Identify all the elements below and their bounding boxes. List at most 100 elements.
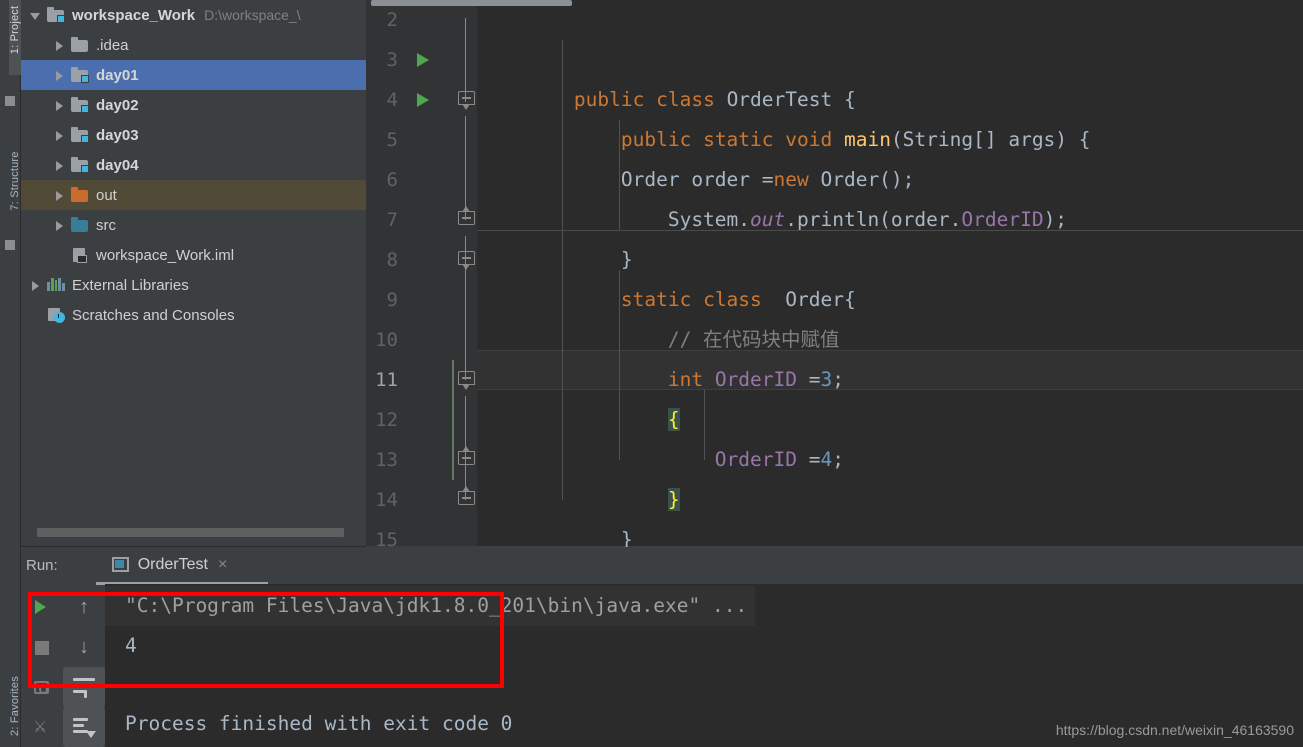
code-line-9[interactable]: // 在代码块中赋值 — [476, 280, 1303, 351]
folder-icon — [71, 37, 89, 53]
chevron-right-icon[interactable] — [51, 67, 67, 83]
code-line-11[interactable]: { — [476, 360, 1303, 431]
run-toolbar-secondary[interactable]: ↑ ↓ — [63, 587, 105, 747]
project-horizontal-scrollbar[interactable] — [37, 528, 344, 537]
rail-tab-structure[interactable]: 7: Structure — [9, 136, 21, 226]
rail-divider-square-2 — [5, 240, 15, 250]
code-line-12[interactable]: OrderID =4; — [476, 400, 1303, 471]
module-folder-icon — [71, 67, 89, 83]
run-panel-header: Run: OrderTest × — [21, 547, 1303, 584]
tree-row-day04[interactable]: day04 — [21, 150, 366, 180]
chevron-right-icon[interactable] — [51, 187, 67, 203]
editor-gutter[interactable]: 2 3 4 5 6 7 8 9 10 11 12 13 14 15 — [366, 0, 476, 551]
code-line-3[interactable]: public class OrderTest { — [476, 40, 1303, 111]
chevron-right-icon[interactable] — [51, 217, 67, 233]
chevron-right-icon[interactable] — [51, 157, 67, 173]
modified-line-marker — [452, 360, 454, 480]
line-number: 10 — [375, 329, 398, 351]
scroll-to-end-icon — [72, 716, 96, 738]
up-button[interactable]: ↑ — [63, 587, 105, 627]
tree-row-src[interactable]: src — [21, 210, 366, 240]
gutter-line: 3 — [366, 40, 476, 80]
fold-end-icon[interactable] — [458, 446, 475, 468]
chevron-right-icon[interactable] — [27, 277, 43, 293]
fold-end-icon[interactable] — [458, 206, 475, 228]
tree-row-scratches-and-consoles[interactable]: Scratches and Consoles — [21, 300, 366, 330]
code-line-5[interactable]: Order order =new Order(); — [476, 120, 1303, 191]
fold-start-icon[interactable] — [458, 371, 475, 390]
chevron-right-icon[interactable] — [51, 97, 67, 113]
tree-label: out — [96, 186, 117, 204]
fold-connector — [465, 236, 466, 380]
tree-label: .idea — [96, 36, 129, 54]
tree-path: D:\workspace_\ — [204, 7, 301, 23]
gutter-line: 10 — [366, 320, 476, 360]
folder-source-icon — [71, 217, 89, 233]
tree-row-workspace-work-iml[interactable]: workspace_Work.iml — [21, 240, 366, 270]
code-line-14[interactable]: } — [476, 480, 1303, 551]
rail-tab-project[interactable]: 1: Project — [9, 0, 21, 75]
tree-row-day03[interactable]: day03 — [21, 120, 366, 150]
tree-row-idea[interactable]: .idea — [21, 30, 366, 60]
rail-tab-favorites-label: 2: Favorites — [9, 676, 21, 736]
chevron-right-icon[interactable] — [51, 127, 67, 143]
run-tab-ordertest[interactable]: OrderTest × — [111, 556, 227, 576]
stop-button[interactable] — [21, 627, 63, 667]
close-icon[interactable]: × — [218, 556, 227, 573]
fold-connector — [465, 396, 466, 500]
fold-end-icon[interactable] — [458, 486, 475, 508]
chevron-right-icon[interactable] — [51, 37, 67, 53]
debug-button[interactable]: ⚔ — [21, 707, 63, 747]
tree-row-day02[interactable]: day02 — [21, 90, 366, 120]
tree-row-day01[interactable]: day01 — [21, 60, 366, 90]
project-tree[interactable]: workspace_Work D:\workspace_\ .idea day0… — [21, 0, 366, 330]
code-editor[interactable]: 2 3 4 5 6 7 8 9 10 11 12 13 14 15 public… — [366, 0, 1303, 591]
project-tool-window[interactable]: workspace_Work D:\workspace_\ .idea day0… — [21, 0, 366, 546]
no-chevron-spacer — [27, 307, 43, 323]
screenshot-button[interactable] — [21, 667, 63, 707]
chevron-down-icon[interactable] — [27, 7, 43, 23]
iml-file-icon — [71, 247, 89, 263]
code-line-7[interactable]: } — [476, 200, 1303, 271]
console-command-line: "C:\Program Files\Java\jdk1.8.0_201\bin\… — [105, 586, 756, 626]
fold-start-icon[interactable] — [458, 251, 475, 270]
fold-connector — [465, 18, 466, 102]
rerun-button[interactable] — [21, 587, 63, 627]
module-folder-icon — [71, 157, 89, 173]
code-line-6[interactable]: System.out.println(order.OrderID); — [476, 160, 1303, 231]
code-line-2[interactable] — [476, 0, 1303, 40]
run-gutter-icon[interactable] — [417, 53, 429, 67]
no-chevron-spacer — [51, 247, 67, 263]
run-gutter-icon[interactable] — [417, 93, 429, 107]
gutter-line: 8 — [366, 240, 476, 280]
code-line-13[interactable]: } — [476, 440, 1303, 511]
code-line-8[interactable]: static class Order{ — [476, 240, 1303, 311]
run-toolbar-primary[interactable]: ⚔ — [21, 587, 63, 747]
line-number: 2 — [386, 9, 398, 31]
gutter-line: 7 — [366, 200, 476, 240]
code-line-10[interactable]: int OrderID =3; — [476, 320, 1303, 391]
code-line-4[interactable]: public static void main(String[] args) { — [476, 80, 1303, 151]
run-tool-window[interactable]: Run: OrderTest × ⚔ ↑ ↓ "C:\Program Files… — [21, 547, 1303, 747]
tree-row-external-libraries[interactable]: External Libraries — [21, 270, 366, 300]
arrow-up-icon: ↑ — [79, 596, 89, 618]
console-command-row: "C:\Program Files\Java\jdk1.8.0_201\bin\… — [105, 586, 1303, 626]
soft-wrap-button[interactable] — [63, 667, 105, 707]
editor-horizontal-scrollbar[interactable] — [371, 0, 572, 6]
tree-row-workspace-work[interactable]: workspace_Work D:\workspace_\ — [21, 0, 366, 30]
module-folder-icon — [71, 97, 89, 113]
fold-start-icon[interactable] — [458, 91, 475, 110]
tree-label: day02 — [96, 96, 139, 114]
tree-row-out[interactable]: out — [21, 180, 366, 210]
editor-code-area[interactable]: public class OrderTest { public static v… — [476, 0, 1303, 591]
rail-tab-favorites[interactable]: 2: Favorites — [9, 661, 21, 747]
gutter-line: 6 — [366, 160, 476, 200]
console-output[interactable]: "C:\Program Files\Java\jdk1.8.0_201\bin\… — [105, 584, 1303, 747]
gutter-line: 9 — [366, 280, 476, 320]
gutter-line: 11 — [366, 360, 476, 400]
scroll-to-end-button[interactable] — [63, 707, 105, 747]
soft-wrap-icon — [72, 676, 96, 698]
tree-label: day01 — [96, 66, 139, 84]
down-button[interactable]: ↓ — [63, 627, 105, 667]
gutter-line: 14 — [366, 480, 476, 520]
